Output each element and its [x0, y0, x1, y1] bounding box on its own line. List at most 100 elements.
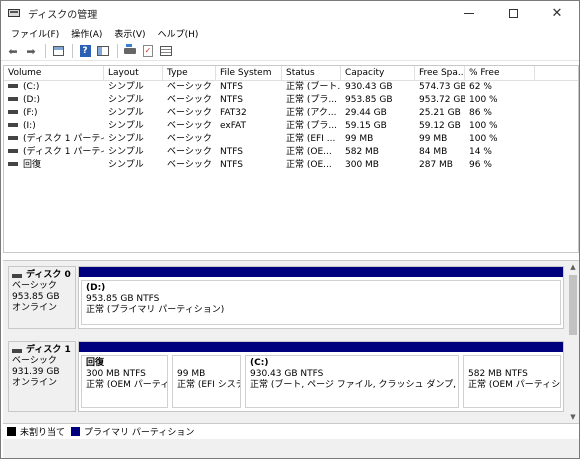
menu-action[interactable]: 操作(A)	[65, 27, 108, 40]
partition-size: 953.85 GB NTFS	[86, 294, 160, 304]
volume-icon	[8, 148, 18, 153]
partition-label	[177, 358, 236, 369]
volume-icon	[8, 161, 18, 166]
toolbar-separator	[45, 44, 46, 58]
column-header-percent-free[interactable]: % Free	[465, 66, 535, 81]
help-button[interactable]: ?	[77, 43, 93, 59]
legend-unallocated: 未割り当て	[20, 428, 66, 438]
volume-status: 正常 (ブート...	[286, 82, 341, 92]
scrollbar-thumb[interactable]	[569, 275, 577, 335]
forward-button[interactable]: ➡	[23, 43, 39, 59]
volume-name: (I:)	[23, 121, 36, 131]
volume-percent-free: 86 %	[469, 108, 492, 118]
volume-name: (ディスク 1 パーティシ...	[23, 134, 104, 144]
minimize-icon	[464, 12, 474, 14]
volume-icon	[8, 135, 18, 140]
disk-size: 931.39 GB	[12, 367, 60, 377]
column-header-file-system[interactable]: File System	[216, 66, 282, 81]
column-header-free-space[interactable]: Free Spa...	[415, 66, 465, 81]
check-button[interactable]: ✓	[140, 43, 156, 59]
partition-d[interactable]: (D:) 953.85 GB NTFS 正常 (プライマリ パーティション)	[79, 267, 563, 328]
unallocated-swatch	[7, 427, 16, 436]
scroll-up-icon[interactable]: ▲	[567, 261, 579, 273]
volume-free-space: 59.12 GB	[419, 121, 461, 131]
column-header-capacity[interactable]: Capacity	[341, 66, 415, 81]
table-row[interactable]: (D:) シンプル ベーシック NTFS 正常 (プラ... 953.85 GB…	[4, 94, 578, 107]
forward-arrow-icon: ➡	[26, 44, 36, 58]
close-button[interactable]: ✕	[535, 1, 579, 25]
volume-type: ベーシック	[167, 121, 212, 131]
volume-icon	[8, 122, 18, 127]
disk-name: ディスク 0	[26, 270, 71, 280]
volume-status: 正常 (プラ...	[286, 121, 337, 131]
column-header-status[interactable]: Status	[282, 66, 341, 81]
properties-button[interactable]	[95, 43, 111, 59]
menu-help[interactable]: ヘルプ(H)	[152, 27, 205, 40]
volume-type: ベーシック	[167, 82, 212, 92]
volume-capacity: 300 MB	[345, 160, 379, 170]
column-header-volume[interactable]: Volume	[4, 66, 104, 81]
list-button[interactable]	[158, 43, 174, 59]
column-header-filler	[535, 66, 578, 81]
volume-free-space: 574.73 GB	[419, 82, 465, 92]
disk-0-row: ディスク 0 ベーシック 953.85 GB オンライン (D:) 953.85…	[8, 266, 564, 329]
menu-file[interactable]: ファイル(F)	[5, 27, 65, 40]
table-row[interactable]: (ディスク 1 パーティシ... シンプル ベーシック NTFS 正常 (OE.…	[4, 146, 578, 159]
table-row[interactable]: (C:) シンプル ベーシック NTFS 正常 (ブート... 930.43 G…	[4, 81, 578, 94]
toolbar: ⬅ ➡ ? ✓	[1, 42, 579, 61]
back-button[interactable]: ⬅	[5, 43, 21, 59]
partition-size: 300 MB NTFS	[86, 369, 146, 379]
volume-status: 正常 (プラ...	[286, 95, 337, 105]
volume-file-system: NTFS	[220, 82, 243, 92]
volume-layout: シンプル	[108, 121, 144, 131]
volume-free-space: 287 MB	[419, 160, 453, 170]
table-row[interactable]: (ディスク 1 パーティシ... シンプル ベーシック 正常 (EFI ... …	[4, 133, 578, 146]
maximize-button[interactable]	[491, 1, 535, 25]
volume-capacity: 582 MB	[345, 147, 379, 157]
properties-icon	[97, 46, 109, 56]
disk-info[interactable]: ディスク 0 ベーシック 953.85 GB オンライン	[8, 266, 76, 329]
partition-recovery[interactable]: 回復 300 MB NTFS 正常 (OEM パーティシ	[79, 342, 170, 411]
table-row[interactable]: (I:) シンプル ベーシック exFAT 正常 (プラ... 59.15 GB…	[4, 120, 578, 133]
volume-icon	[8, 109, 18, 114]
volume-status: 正常 (OE...	[286, 160, 332, 170]
table-row[interactable]: (F:) シンプル ベーシック FAT32 正常 (アク... 29.44 GB…	[4, 107, 578, 120]
volume-type: ベーシック	[167, 134, 212, 144]
toolbar-separator	[117, 44, 118, 58]
volume-file-system: NTFS	[220, 147, 243, 157]
disk-map-scrollbar[interactable]: ▲ ▼	[567, 261, 579, 423]
disk-connect-button[interactable]	[122, 43, 138, 59]
volume-percent-free: 100 %	[469, 121, 498, 131]
status-bar	[3, 439, 579, 458]
partition-c[interactable]: (C:) 930.43 GB NTFS 正常 (ブート, ページ ファイル, ク…	[243, 342, 461, 411]
partition-label: (C:)	[250, 358, 269, 368]
menu-bar: ファイル(F) 操作(A) 表示(V) ヘルプ(H)	[1, 25, 579, 42]
partition-status: 正常 (EFI システ	[177, 380, 241, 390]
disk-connect-icon	[124, 44, 136, 54]
volume-name: (ディスク 1 パーティシ...	[23, 147, 104, 157]
table-header: Volume Layout Type File System Status Ca…	[4, 66, 578, 81]
volume-layout: シンプル	[108, 95, 144, 105]
column-header-layout[interactable]: Layout	[104, 66, 163, 81]
volume-layout: シンプル	[108, 160, 144, 170]
disk-icon	[12, 273, 22, 278]
console-tree-button[interactable]	[50, 43, 66, 59]
check-icon: ✓	[143, 45, 153, 57]
table-row[interactable]: 回復 シンプル ベーシック NTFS 正常 (OE... 300 MB 287 …	[4, 159, 578, 172]
volume-name: 回復	[23, 160, 42, 170]
partition-label: 回復	[86, 358, 105, 368]
volume-capacity: 59.15 GB	[345, 121, 387, 131]
volume-file-system: FAT32	[220, 108, 247, 118]
disk-info[interactable]: ディスク 1 ベーシック 931.39 GB オンライン	[8, 341, 76, 412]
column-header-type[interactable]: Type	[163, 66, 216, 81]
volume-percent-free: 100 %	[469, 134, 498, 144]
minimize-button[interactable]	[447, 1, 491, 25]
menu-view[interactable]: 表示(V)	[108, 27, 151, 40]
volume-table: Volume Layout Type File System Status Ca…	[3, 65, 579, 253]
back-arrow-icon: ⬅	[8, 44, 18, 58]
partition-oem[interactable]: 582 MB NTFS 正常 (OEM パーティシ	[461, 342, 563, 411]
scroll-down-icon[interactable]: ▼	[567, 411, 579, 423]
partition-efi[interactable]: 99 MB 正常 (EFI システ	[170, 342, 243, 411]
volume-status: 正常 (EFI ...	[286, 134, 336, 144]
volume-layout: シンプル	[108, 108, 144, 118]
